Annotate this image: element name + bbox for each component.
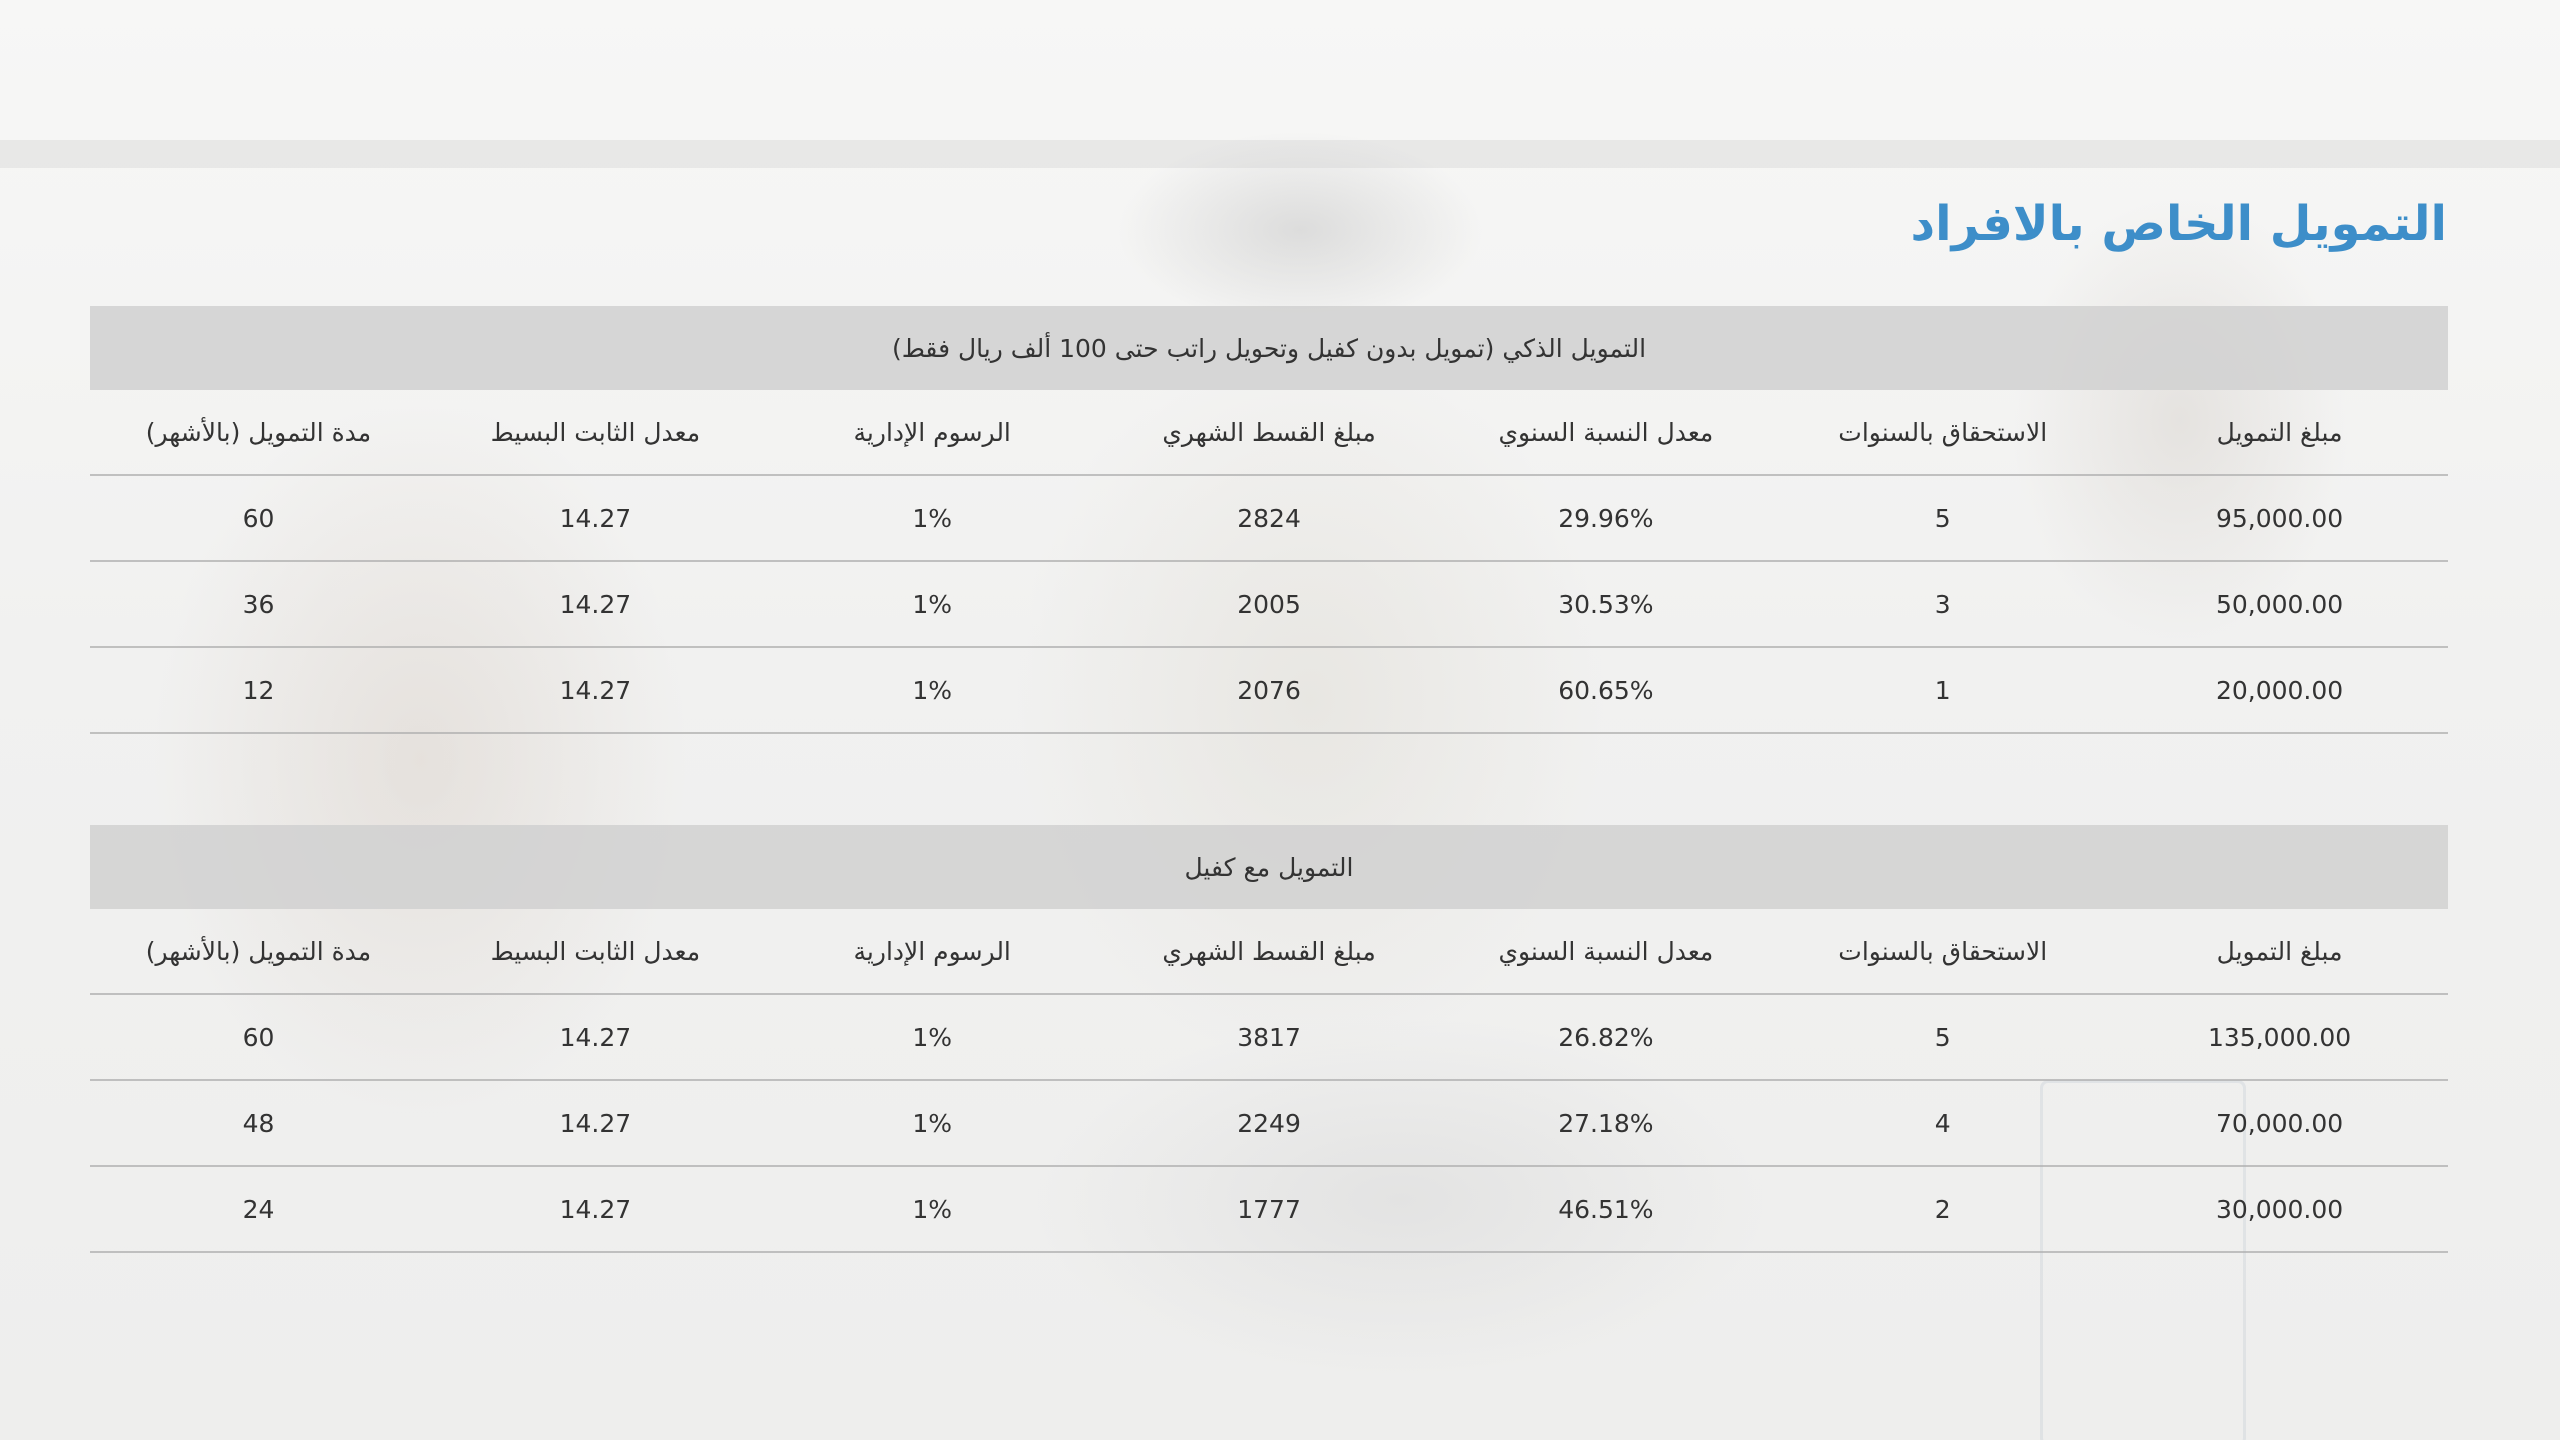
cell-apr: 29.96%: [1437, 475, 1775, 562]
cell-apr: 30.53%: [1437, 561, 1775, 648]
column-header-years: الاستحقاق بالسنوات: [1774, 909, 2112, 995]
cell-installment: 3817: [1100, 994, 1438, 1081]
table-row: 70,000.00 4 27.18% 2249 1% 14.27 48: [90, 1080, 2448, 1167]
cell-apr: 46.51%: [1437, 1166, 1775, 1253]
table-row: 95,000.00 5 29.96% 2824 1% 14.27 60: [90, 475, 2448, 562]
cell-months: 36: [90, 561, 427, 648]
table-caption: التمويل مع كفيل: [90, 825, 2448, 909]
table-caption: التمويل الذكي (تمويل بدون كفيل وتحويل را…: [90, 306, 2448, 390]
page-title: التمويل الخاص بالافراد: [1910, 196, 2447, 252]
cell-years: 2: [1774, 1166, 2112, 1253]
column-header-months: مدة التمويل (بالأشهر): [90, 909, 427, 995]
cell-flat-rate: 14.27: [426, 561, 764, 648]
cell-admin-fees: 1%: [763, 475, 1101, 562]
table-row: 50,000.00 3 30.53% 2005 1% 14.27 36: [90, 561, 2448, 648]
column-header-flat-rate: معدل الثابت البسيط: [426, 909, 764, 995]
smart-financing-table: التمويل الذكي (تمويل بدون كفيل وتحويل را…: [90, 306, 2448, 734]
table-header-row: مبلغ التمويل الاستحقاق بالسنوات معدل الن…: [90, 390, 2448, 476]
cell-flat-rate: 14.27: [426, 1166, 764, 1253]
cell-months: 60: [90, 994, 427, 1081]
cell-months: 24: [90, 1166, 427, 1253]
column-header-years: الاستحقاق بالسنوات: [1774, 390, 2112, 476]
cell-amount: 95,000.00: [2111, 475, 2448, 562]
page-content: التمويل الخاص بالافراد التمويل الذكي (تم…: [0, 0, 2560, 1440]
cell-months: 60: [90, 475, 427, 562]
cell-amount: 30,000.00: [2111, 1166, 2448, 1253]
column-header-apr: معدل النسبة السنوي: [1437, 390, 1775, 476]
cell-years: 3: [1774, 561, 2112, 648]
cell-years: 5: [1774, 475, 2112, 562]
column-header-flat-rate: معدل الثابت البسيط: [426, 390, 764, 476]
cell-years: 5: [1774, 994, 2112, 1081]
column-header-amount: مبلغ التمويل: [2111, 909, 2448, 995]
cell-flat-rate: 14.27: [426, 994, 764, 1081]
guarantor-financing-table: التمويل مع كفيل مبلغ التمويل الاستحقاق ب…: [90, 825, 2448, 1253]
cell-admin-fees: 1%: [763, 1080, 1101, 1167]
cell-years: 4: [1774, 1080, 2112, 1167]
cell-months: 12: [90, 647, 427, 734]
cell-admin-fees: 1%: [763, 561, 1101, 648]
cell-amount: 20,000.00: [2111, 647, 2448, 734]
cell-apr: 27.18%: [1437, 1080, 1775, 1167]
column-header-amount: مبلغ التمويل: [2111, 390, 2448, 476]
cell-apr: 60.65%: [1437, 647, 1775, 734]
column-header-apr: معدل النسبة السنوي: [1437, 909, 1775, 995]
column-header-installment: مبلغ القسط الشهري: [1100, 909, 1438, 995]
cell-flat-rate: 14.27: [426, 1080, 764, 1167]
cell-installment: 2076: [1100, 647, 1438, 734]
cell-installment: 1777: [1100, 1166, 1438, 1253]
table-row: 20,000.00 1 60.65% 2076 1% 14.27 12: [90, 647, 2448, 734]
cell-years: 1: [1774, 647, 2112, 734]
cell-installment: 2005: [1100, 561, 1438, 648]
cell-amount: 50,000.00: [2111, 561, 2448, 648]
cell-installment: 2824: [1100, 475, 1438, 562]
table-row: 30,000.00 2 46.51% 1777 1% 14.27 24: [90, 1166, 2448, 1253]
cell-installment: 2249: [1100, 1080, 1438, 1167]
column-header-admin-fees: الرسوم الإدارية: [763, 390, 1101, 476]
cell-admin-fees: 1%: [763, 647, 1101, 734]
cell-months: 48: [90, 1080, 427, 1167]
column-header-months: مدة التمويل (بالأشهر): [90, 390, 427, 476]
table-header-row: مبلغ التمويل الاستحقاق بالسنوات معدل الن…: [90, 909, 2448, 995]
cell-flat-rate: 14.27: [426, 475, 764, 562]
table-row: 135,000.00 5 26.82% 3817 1% 14.27 60: [90, 994, 2448, 1081]
cell-apr: 26.82%: [1437, 994, 1775, 1081]
column-header-admin-fees: الرسوم الإدارية: [763, 909, 1101, 995]
cell-amount: 70,000.00: [2111, 1080, 2448, 1167]
column-header-installment: مبلغ القسط الشهري: [1100, 390, 1438, 476]
cell-amount: 135,000.00: [2111, 994, 2448, 1081]
cell-admin-fees: 1%: [763, 994, 1101, 1081]
cell-admin-fees: 1%: [763, 1166, 1101, 1253]
cell-flat-rate: 14.27: [426, 647, 764, 734]
